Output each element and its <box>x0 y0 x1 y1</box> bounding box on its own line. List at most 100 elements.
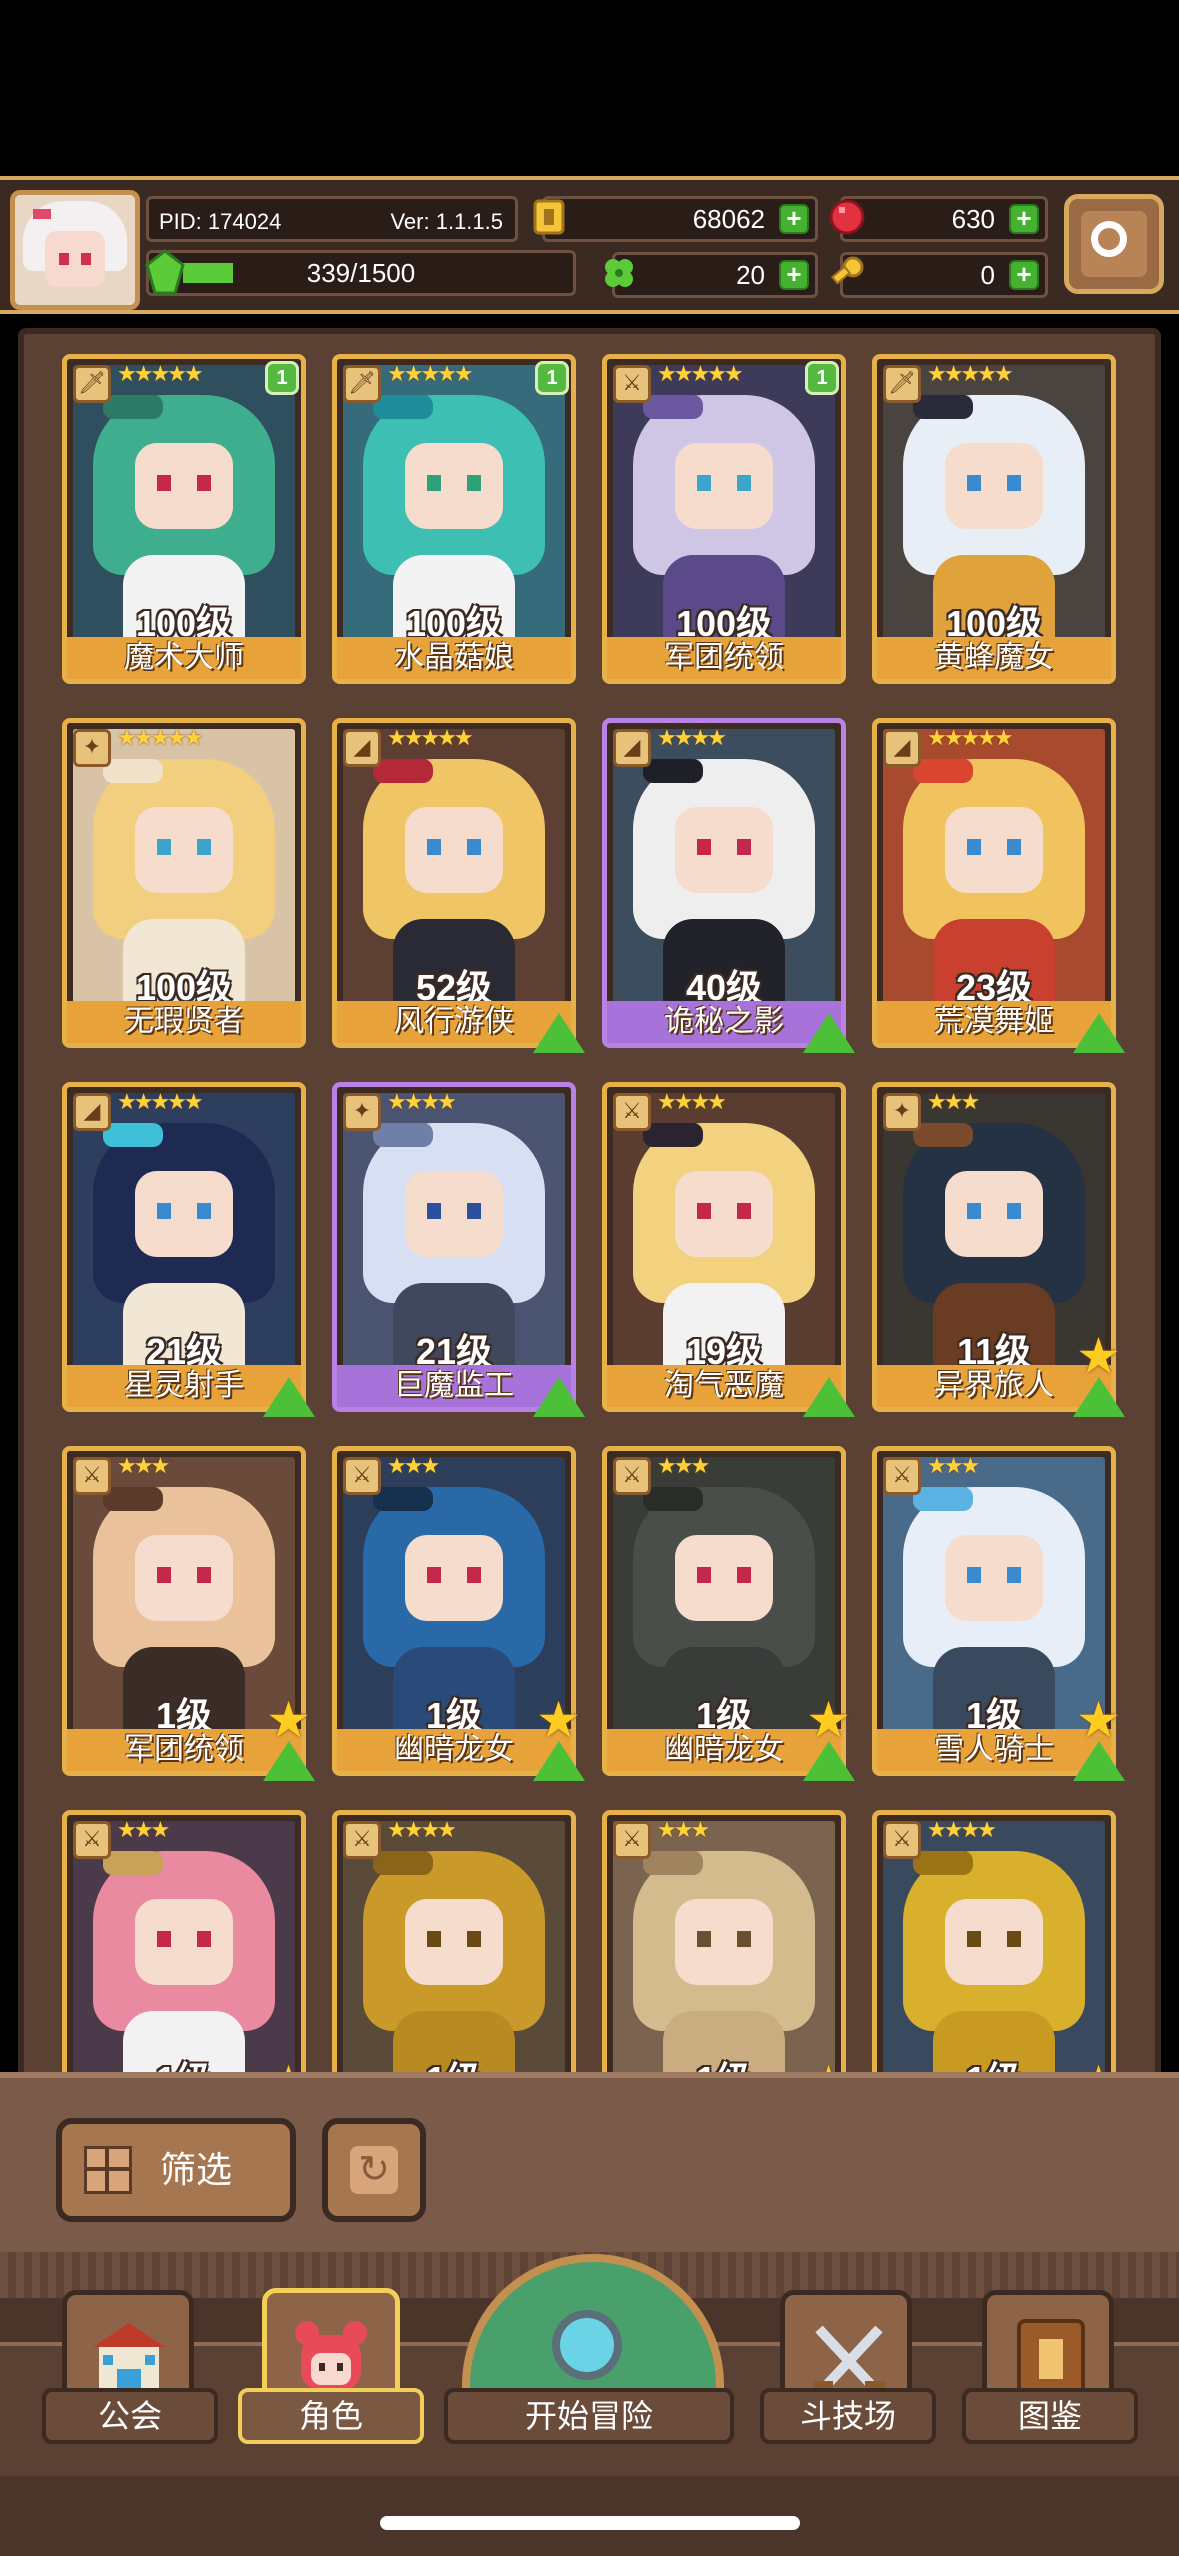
class-icon: ✦ <box>343 1093 381 1131</box>
hero-eye <box>157 475 171 491</box>
hero-name: 军团统领 <box>607 637 841 679</box>
hero-card[interactable]: 🗡 ★★★★★ 100级 黄蜂魔女 <box>872 354 1116 684</box>
hero-face <box>405 1535 503 1621</box>
star-rating: ★★★ <box>117 1453 170 1478</box>
hero-card[interactable]: ✦ ★★★★★ 100级 无瑕贤者 <box>62 718 306 1048</box>
hero-eye <box>427 839 441 855</box>
upgrade-arrow-icon <box>803 1013 855 1053</box>
class-icon: ⚔ <box>883 1457 921 1495</box>
clover-value: 20 <box>736 260 765 290</box>
settings-button[interactable] <box>1064 194 1164 294</box>
tab-codex-label: 图鉴 <box>962 2388 1138 2444</box>
ruby-icon <box>829 199 865 235</box>
star-rating: ★★★★★ <box>117 725 204 750</box>
hero-card[interactable]: ⚔★★★★1级★ <box>872 1810 1121 2082</box>
hero-face <box>135 1899 233 1985</box>
hero-card[interactable]: ⚔ ★★★ 1级 幽暗龙女 ★ <box>332 1446 585 1781</box>
hero-face <box>675 443 773 529</box>
star-upgrade-icon: ★ <box>266 1692 311 1748</box>
gem-counter: 630 + <box>829 196 1048 242</box>
hero-eye <box>1007 1931 1021 1947</box>
class-icon: ◢ <box>73 1093 111 1131</box>
add-gold-button[interactable]: + <box>779 204 809 234</box>
hero-card[interactable]: ✦ ★★★★ 21级 巨魔监工 <box>332 1082 585 1417</box>
hero-card[interactable]: 🗡 ★★★★★ 1 100级 魔术大师 <box>62 354 306 684</box>
hero-eye <box>467 1203 481 1219</box>
class-icon: ✦ <box>73 729 111 767</box>
upgrade-arrow-icon <box>803 1377 855 1417</box>
class-icon: 🗡 <box>343 365 381 403</box>
hero-eye <box>467 1931 481 1947</box>
player-avatar[interactable] <box>10 190 140 310</box>
add-gem-button[interactable]: + <box>1009 204 1039 234</box>
hero-face <box>945 807 1043 893</box>
hero-accessory <box>643 1487 703 1511</box>
refresh-button[interactable]: ↻ <box>322 2118 426 2222</box>
class-icon: ⚔ <box>613 365 651 403</box>
hero-accessory <box>103 1487 163 1511</box>
key-icon <box>830 256 864 285</box>
hero-card[interactable]: ⚔ ★★★★★ 1 100级 军团统领 <box>602 354 846 684</box>
star-rating: ★★★★★ <box>927 361 1014 386</box>
add-clover-button[interactable]: + <box>779 260 809 290</box>
gold-counter: 68062 + <box>533 196 818 242</box>
hero-card[interactable]: ⚔★★★★1级 <box>332 1810 576 2082</box>
hero-eye <box>157 839 171 855</box>
star-rating: ★★★★ <box>927 1817 997 1842</box>
hero-face <box>675 1899 773 1985</box>
hero-card[interactable]: ⚔ ★★★ 1级 雪人骑士 ★ <box>872 1446 1125 1781</box>
hero-card[interactable]: ⚔★★★1级★ <box>602 1810 851 2082</box>
hero-face <box>675 1535 773 1621</box>
star-rating: ★★★ <box>387 1453 440 1478</box>
tab-hero-label: 角色 <box>238 2388 424 2444</box>
hero-card[interactable]: ◢ ★★★★ 40级 诡秘之影 <box>602 718 855 1053</box>
filter-button[interactable]: 筛选 <box>56 2118 296 2222</box>
avatar-eye <box>81 253 91 265</box>
home-indicator[interactable] <box>380 2516 800 2530</box>
hero-card[interactable]: ◢ ★★★★★ 21级 星灵射手 <box>62 1082 315 1417</box>
hero-card[interactable]: ◢ ★★★★★ 23级 荒漠舞姬 <box>872 718 1125 1053</box>
class-icon: ⚔ <box>343 1457 381 1495</box>
hero-face <box>135 1535 233 1621</box>
notification-badge: 1 <box>265 361 299 395</box>
add-key-button[interactable]: + <box>1009 260 1039 290</box>
hero-card[interactable]: ⚔★★★1级★ <box>62 1810 311 2082</box>
game-version: Ver: 1.1.1.5 <box>390 209 503 234</box>
hero-card[interactable]: ⚔ ★★★ 1级 军团统领 ★ <box>62 1446 315 1781</box>
hero-eye <box>1007 839 1021 855</box>
class-icon: ⚔ <box>343 1821 381 1859</box>
hero-face <box>675 807 773 893</box>
hero-eye <box>1007 475 1021 491</box>
hero-face <box>405 1171 503 1257</box>
hero-face <box>405 807 503 893</box>
gold-coin-icon <box>533 199 565 235</box>
hero-eye <box>197 475 211 491</box>
player-id: PID: 174024 <box>159 209 282 234</box>
notification-badge: 1 <box>535 361 569 395</box>
upgrade-arrow-icon <box>263 1377 315 1417</box>
hero-eye <box>427 1567 441 1583</box>
hero-card[interactable]: ◢ ★★★★★ 52级 风行游侠 <box>332 718 585 1053</box>
class-icon: ⚔ <box>73 1821 111 1859</box>
star-upgrade-icon: ★ <box>1076 1328 1121 1384</box>
hero-accessory <box>373 395 433 419</box>
hero-eye <box>697 1203 711 1219</box>
player-info: PID: 174024 Ver: 1.1.1.5 <box>146 196 518 242</box>
upgrade-arrow-icon <box>533 1013 585 1053</box>
hero-card[interactable]: 🗡 ★★★★★ 1 100级 水晶菇娘 <box>332 354 576 684</box>
hero-portrait <box>73 1821 295 2082</box>
class-icon: ✦ <box>883 1093 921 1131</box>
hero-card[interactable]: ✦ ★★★ 11级 异界旅人 ★ <box>872 1082 1125 1417</box>
hero-accessory <box>643 1851 703 1875</box>
class-icon: ⚔ <box>613 1457 651 1495</box>
hero-eye <box>967 1203 981 1219</box>
upgrade-arrow-icon <box>263 1741 315 1781</box>
hero-card[interactable]: ⚔ ★★★ 1级 幽暗龙女 ★ <box>602 1446 855 1781</box>
hero-accessory <box>103 1123 163 1147</box>
hero-face <box>135 1171 233 1257</box>
hero-card[interactable]: ⚔ ★★★★ 19级 淘气恶魔 <box>602 1082 855 1417</box>
hero-accessory <box>643 1123 703 1147</box>
hero-name: 黄蜂魔女 <box>877 637 1111 679</box>
hero-accessory <box>373 1851 433 1875</box>
status-bar: PID: 174024 Ver: 1.1.1.5 339/1500 68062 … <box>0 176 1179 314</box>
